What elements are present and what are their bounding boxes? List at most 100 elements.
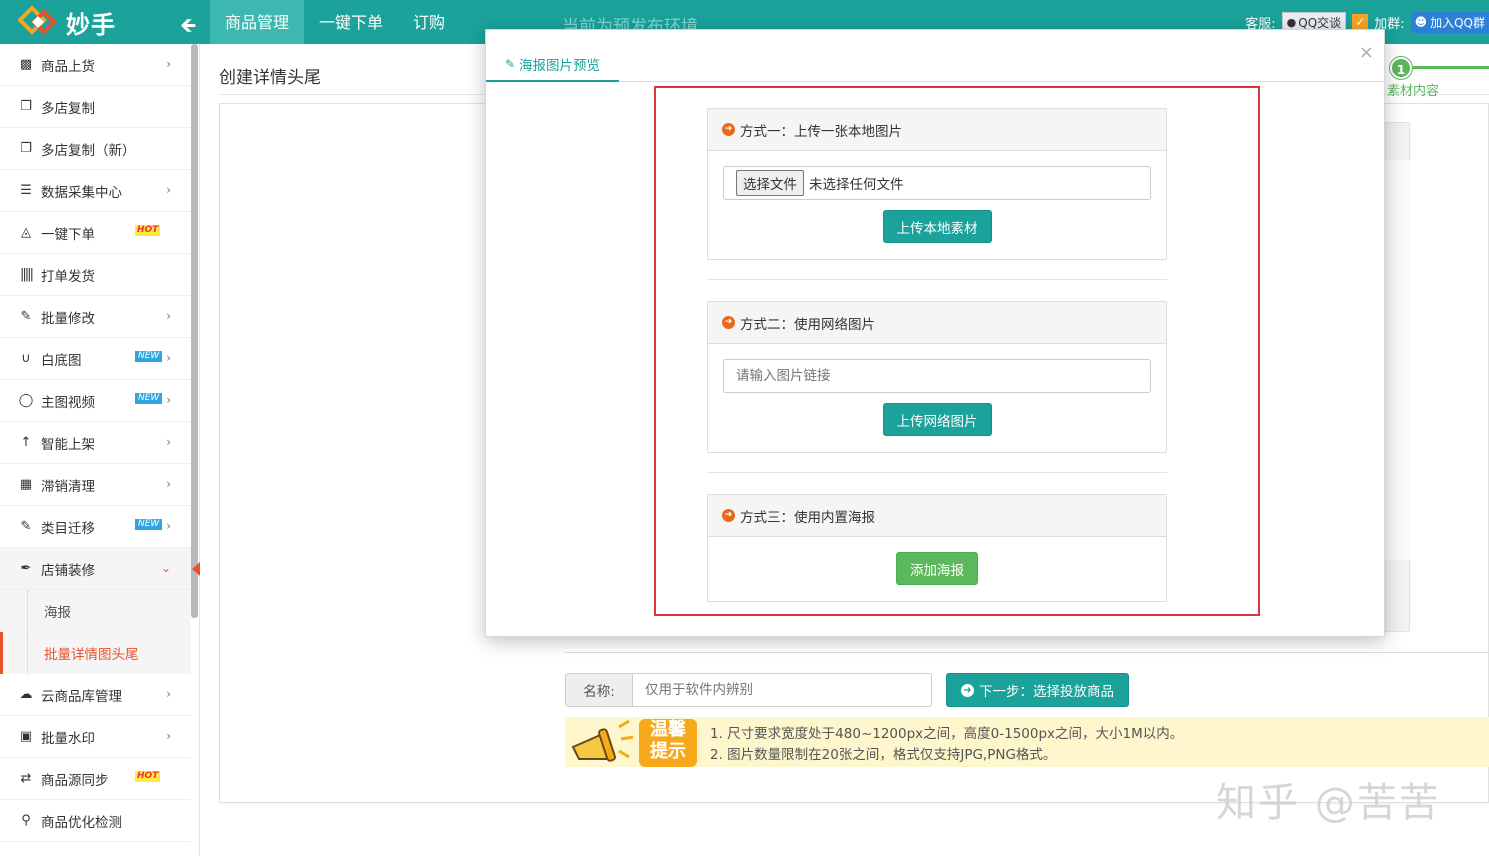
logo-text: 妙手: [66, 10, 116, 39]
sidebar-item-optimization-check[interactable]: ⚲ 商品优化检测: [0, 800, 191, 842]
sidebar-item-label: 批量水印: [41, 730, 95, 747]
sidebar-item-main-video[interactable]: ◯ 主图视频 NEW ›: [0, 380, 191, 422]
sidebar-item-label: 批量修改: [41, 310, 95, 327]
sidebar-item-label: 主图视频: [41, 394, 95, 411]
tab-label: 海报图片预览: [519, 57, 601, 74]
hot-badge: HOT: [135, 225, 161, 236]
poster-preview-modal: ✎ 海报图片预览 × ➜ 方式一：上传一张本地图片 选择文件 未选择任何文件 上…: [485, 29, 1385, 637]
join-group-label: 加入QQ群: [1430, 15, 1485, 30]
sidebar-item-category-migration[interactable]: ✎ 类目迁移 NEW ›: [0, 506, 191, 548]
sidebar-item-multi-store-copy-new[interactable]: ❐ 多店复制（新）: [0, 128, 191, 170]
sync-icon: ⇄: [20, 771, 32, 786]
copy-icon: ❐: [20, 141, 32, 156]
sidebar-item-store-decoration[interactable]: ✒ 店铺装修 ⌄: [0, 548, 200, 590]
name-field-group: 名称:: [565, 673, 932, 707]
next-step-label: 下一步：选择投放商品: [979, 684, 1114, 700]
sidebar-item-multi-store-copy[interactable]: ❐ 多店复制: [0, 86, 191, 128]
sidebar-item-white-bg[interactable]: ∪ 白底图 NEW ›: [0, 338, 191, 380]
sidebar-item-slow-sale-cleanup[interactable]: ▦ 滞销清理 ›: [0, 464, 191, 506]
tab-poster-preview[interactable]: ✎ 海报图片预览: [486, 47, 619, 82]
chevron-right-icon: ›: [166, 687, 171, 701]
chevron-right-icon: ›: [166, 183, 171, 197]
cart-icon: ◬: [21, 225, 31, 240]
sidebar-item-batch-edit[interactable]: ✎ 批量修改 ›: [0, 296, 191, 338]
barcode-icon: |||||: [20, 267, 34, 282]
sidebar-item-product-upload[interactable]: ▩ 商品上货 ›: [0, 44, 191, 86]
inner-panel-body: [1385, 160, 1410, 560]
close-icon[interactable]: ×: [1359, 42, 1374, 63]
magnet-icon: ∪: [21, 351, 31, 366]
sidebar-item-smart-listing[interactable]: ↑ 智能上架 ›: [0, 422, 191, 464]
sidebar-item-source-sync[interactable]: ⇄ 商品源同步 HOT: [0, 758, 191, 800]
chevron-right-icon: ›: [166, 309, 171, 323]
next-step-button[interactable]: ➜ 下一步：选择投放商品: [946, 673, 1129, 707]
arrow-circle-icon: ➜: [722, 509, 735, 522]
table-icon: ▦: [19, 477, 33, 492]
method-builtin-poster-card: ➜ 方式三：使用内置海报 添加海报: [707, 494, 1167, 602]
copy-icon: ❐: [20, 99, 32, 114]
arrow-circle-icon: ➜: [961, 683, 974, 697]
nav-item-product-management[interactable]: 商品管理: [210, 0, 305, 44]
card-header: ➜ 方式三：使用内置海报: [708, 495, 1166, 537]
sidebar-item-label: 滞销清理: [41, 478, 95, 495]
card-title: 方式一：上传一张本地图片: [740, 123, 902, 140]
sidebar-item-label: 一键下单: [41, 226, 95, 243]
chevron-right-icon: ›: [166, 351, 171, 365]
card-title: 方式二：使用网络图片: [740, 316, 875, 333]
step-label: 素材内容: [1387, 84, 1440, 99]
nav-item-one-click-order[interactable]: 一键下单: [304, 0, 398, 44]
arrow-circle-icon: ➜: [722, 316, 735, 329]
upload-arrow-icon: ↑: [20, 435, 32, 450]
file-input[interactable]: 选择文件 未选择任何文件: [723, 166, 1151, 200]
play-icon: ◯: [18, 393, 34, 408]
image-url-input[interactable]: [723, 359, 1151, 393]
nav-item-subscribe[interactable]: 订购: [398, 0, 460, 44]
cloud-icon: ☁: [19, 687, 33, 702]
chevron-right-icon: ›: [166, 435, 171, 449]
sidebar-subitem-batch-detail-head-tail[interactable]: 批量详情图头尾: [0, 632, 191, 674]
file-status: 未选择任何文件: [809, 177, 904, 193]
logo[interactable]: 妙手: [18, 4, 116, 40]
new-badge: NEW: [135, 519, 163, 530]
logo-mark-icon: [18, 6, 57, 35]
page-title: 创建详情头尾: [219, 68, 321, 88]
name-input[interactable]: [633, 674, 931, 706]
sidebar-item-label: 多店复制（新）: [41, 142, 136, 159]
sidebar-item-print-ship[interactable]: ||||| 打单发货: [0, 254, 191, 296]
add-poster-button[interactable]: 添加海报: [896, 552, 978, 585]
join-qq-group-button[interactable]: ☻ 加入QQ群: [1410, 11, 1489, 33]
tips-badge: 温馨 提示: [643, 719, 693, 763]
edit-icon: ✎: [504, 56, 516, 71]
method-local-upload-card: ➜ 方式一：上传一张本地图片 选择文件 未选择任何文件 上传本地素材: [707, 108, 1167, 260]
step-number: 1: [1390, 57, 1412, 79]
back-arrow-icon[interactable]: 🡸: [180, 11, 196, 45]
chevron-right-icon: ›: [166, 477, 171, 491]
brush-icon: ✒: [20, 561, 32, 576]
sidebar-item-data-collection[interactable]: ☰ 数据采集中心 ›: [0, 170, 191, 212]
sidebar-subitem-poster[interactable]: 海报: [0, 590, 191, 632]
tips-box: 温馨 提示 1. 尺寸要求宽度处于480~1200px之间，高度0-1500px…: [565, 717, 1489, 767]
step-line: [1412, 66, 1489, 69]
method-network-image-card: ➜ 方式二：使用网络图片 上传网络图片: [707, 301, 1167, 453]
new-badge: NEW: [135, 393, 163, 404]
upload-network-button[interactable]: 上传网络图片: [882, 403, 992, 436]
sidebar-scrollbar[interactable]: [191, 44, 198, 618]
highlight-box: ➜ 方式一：上传一张本地图片 选择文件 未选择任何文件 上传本地素材 ➜ 方式二…: [654, 86, 1260, 616]
tips-badge-line2: 提示: [650, 741, 686, 762]
upload-local-button[interactable]: 上传本地素材: [882, 210, 992, 243]
sidebar-item-label: 打单发货: [41, 268, 95, 285]
choose-file-button[interactable]: 选择文件: [736, 170, 804, 196]
sidebar-item-label: 类目迁移: [41, 520, 95, 537]
edit-icon: ✎: [20, 309, 32, 324]
image-icon: ▣: [19, 729, 33, 744]
sidebar-item-batch-watermark[interactable]: ▣ 批量水印 ›: [0, 716, 191, 758]
new-badge: NEW: [135, 351, 163, 362]
sidebar-item-cloud-product-library[interactable]: ☁ 云商品库管理 ›: [0, 674, 191, 716]
database-icon: ☰: [20, 183, 32, 198]
name-label: 名称:: [566, 674, 633, 706]
separator: [707, 472, 1167, 473]
sidebar-item-label: 多店复制: [41, 100, 95, 117]
modal-tabs: ✎ 海报图片预览 ×: [486, 30, 1384, 82]
sidebar-item-one-click-order[interactable]: ◬ 一键下单 HOT: [0, 212, 191, 254]
tips-text: 1. 尺寸要求宽度处于480~1200px之间，高度0-1500px之间，大小1…: [710, 724, 1183, 766]
